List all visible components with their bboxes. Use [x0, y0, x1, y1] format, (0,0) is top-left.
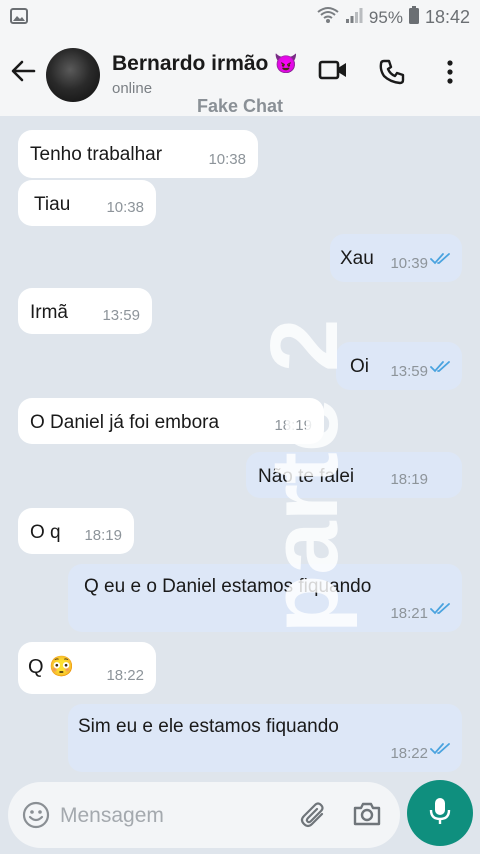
message-text: O q — [30, 522, 61, 543]
message-bubble[interactable]: Sim eu e ele estamos fiquando 18:22 — [68, 704, 462, 772]
mic-icon — [428, 796, 452, 831]
message-time: 18:19 — [84, 527, 122, 544]
message-list: Tenho trabalhar 10:38 Tiau 10:38 Xau 10:… — [0, 116, 480, 776]
name-emoji: 😈 — [274, 54, 298, 75]
video-call-icon[interactable] — [318, 58, 348, 87]
message-time: 10:39 — [390, 255, 428, 272]
phone-icon[interactable] — [378, 58, 406, 91]
gallery-icon — [10, 8, 28, 29]
overlay-watermark: parte 2 — [251, 318, 358, 634]
mic-button[interactable] — [407, 780, 473, 846]
message-time: 13:59 — [102, 307, 140, 324]
wifi-icon — [317, 6, 339, 29]
message-time: 10:38 — [208, 151, 246, 168]
message-bubble[interactable]: Xau 10:39 — [330, 234, 462, 282]
message-time: 18:22 — [390, 745, 428, 762]
message-text: Tenho trabalhar — [30, 144, 163, 165]
message-text: Xau — [340, 248, 374, 269]
attach-icon[interactable] — [300, 800, 328, 835]
message-time: 18:21 — [390, 605, 428, 622]
message-text: O Daniel já foi embora — [30, 412, 220, 433]
contact-name[interactable]: Bernardo irmão 😈 — [112, 52, 298, 76]
message-text: Q 😳 — [28, 656, 75, 678]
camera-icon[interactable] — [352, 800, 382, 833]
double-check-icon — [430, 739, 452, 761]
message-bubble[interactable]: Q 😳 18:22 — [18, 642, 156, 694]
message-time: 13:59 — [390, 363, 428, 380]
double-check-icon — [430, 357, 452, 379]
back-arrow-icon[interactable] — [10, 58, 36, 89]
double-check-icon — [430, 249, 452, 271]
message-bubble[interactable]: Irmã 13:59 — [18, 288, 152, 334]
signal-icon — [345, 6, 363, 29]
message-text: Tiau — [34, 194, 71, 215]
message-time: 18:22 — [106, 667, 144, 684]
message-text: Irmã — [30, 302, 68, 323]
avatar[interactable] — [46, 48, 100, 102]
more-vert-icon[interactable] — [440, 58, 460, 91]
message-input[interactable] — [58, 798, 282, 834]
message-composer — [8, 782, 400, 848]
fake-chat-watermark: Fake Chat — [196, 96, 284, 116]
message-time: 10:38 — [106, 199, 144, 216]
message-bubble[interactable]: O q 18:19 — [18, 508, 134, 554]
message-text: Sim eu e ele estamos fiquando — [78, 716, 339, 737]
double-check-icon — [430, 599, 452, 621]
presence-status: online — [112, 80, 153, 97]
battery-icon — [408, 6, 419, 29]
message-bubble[interactable]: Tenho trabalhar 10:38 — [18, 130, 258, 178]
message-bubble[interactable]: Tiau 10:38 — [18, 180, 156, 226]
battery-percent: 95% — [368, 7, 403, 27]
emoji-icon[interactable] — [22, 801, 50, 834]
clock: 18:42 — [424, 7, 470, 27]
status-bar: 95% 18:42 — [0, 0, 480, 34]
message-time: 18:19 — [390, 471, 428, 488]
